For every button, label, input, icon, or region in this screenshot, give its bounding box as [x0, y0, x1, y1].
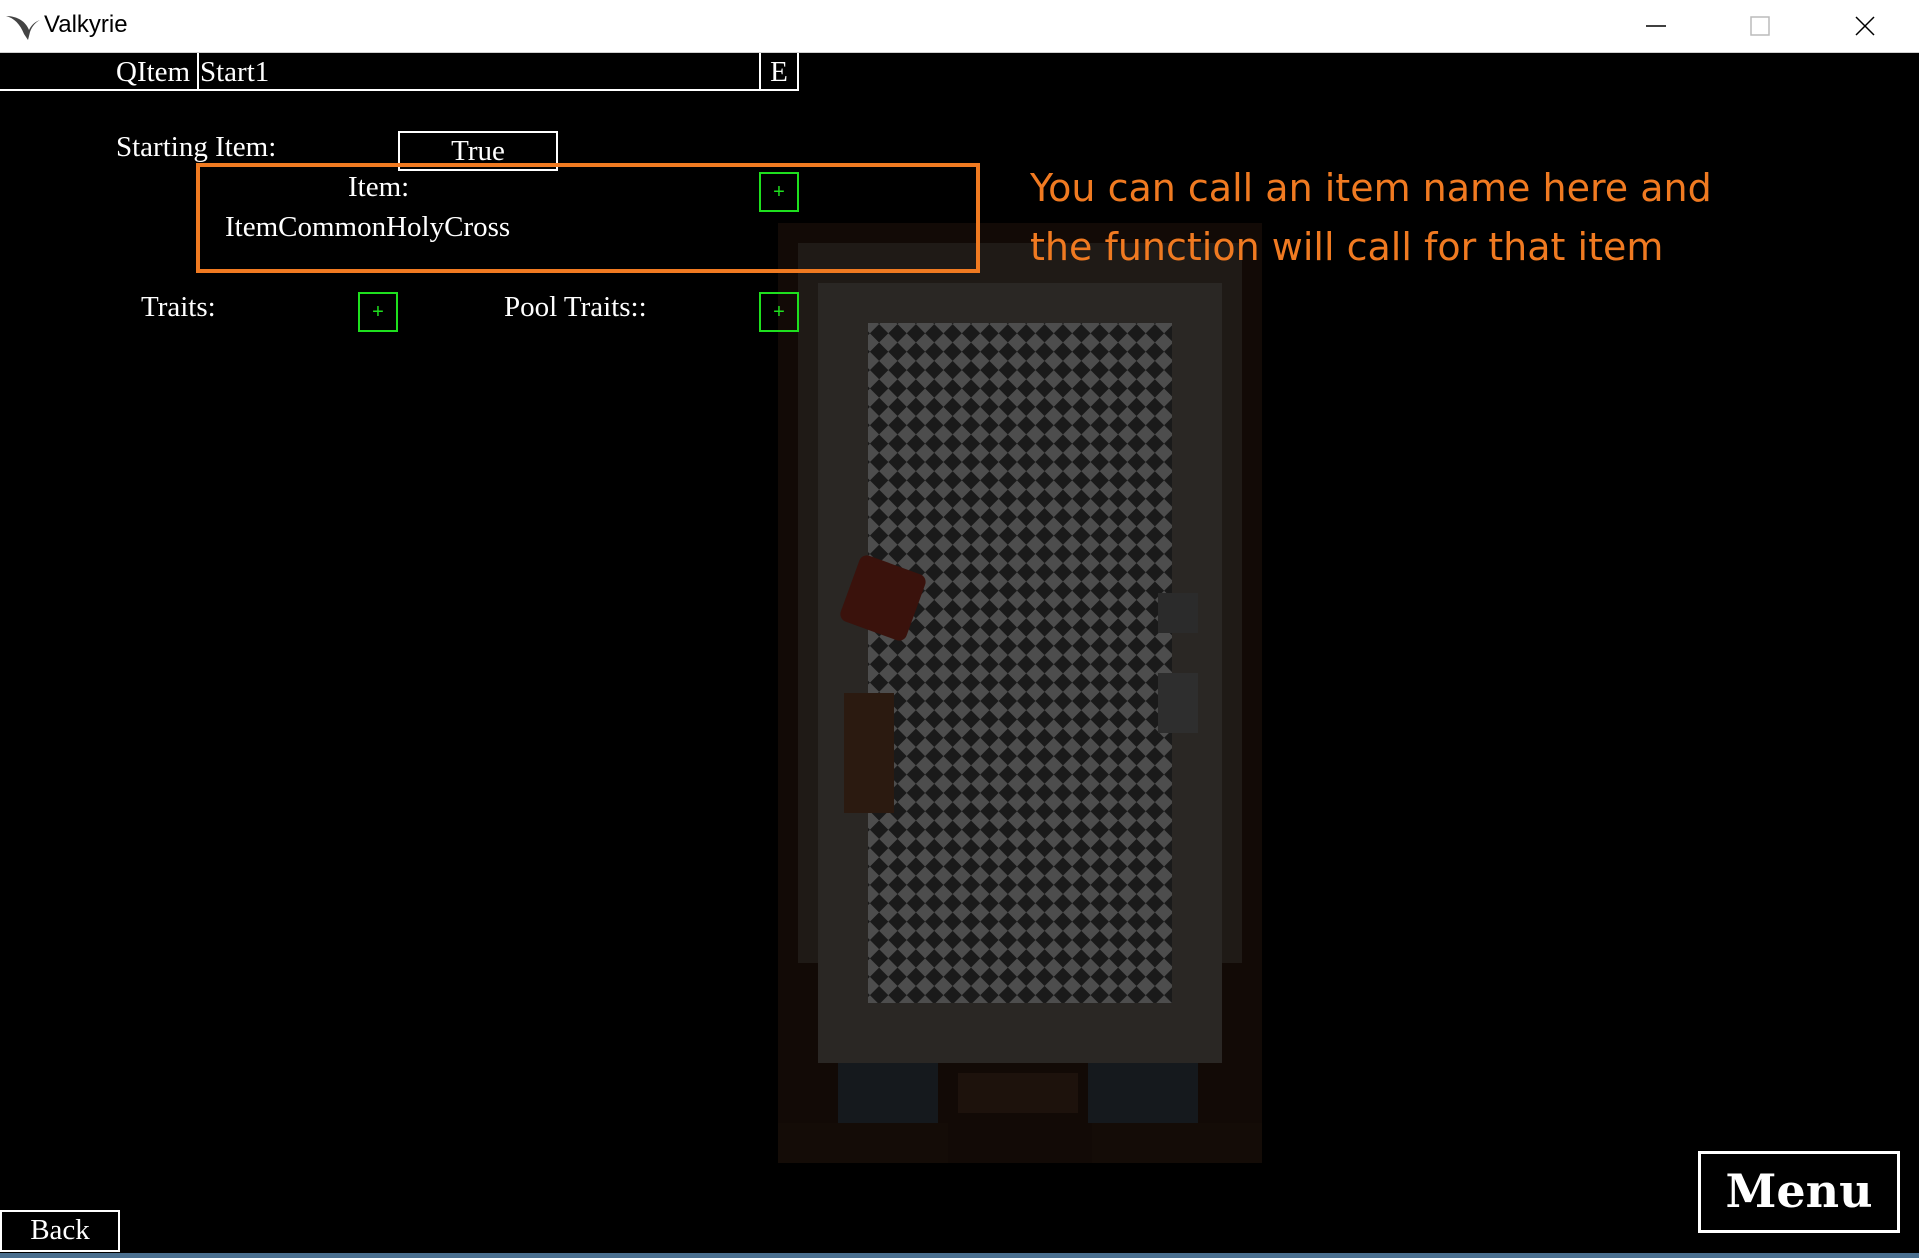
minimize-icon [1646, 25, 1666, 27]
minimize-button[interactable] [1604, 0, 1708, 52]
bottom-border [0, 1253, 1919, 1258]
pool-traits-label: Pool Traits:: [504, 291, 647, 323]
annotation-note: You can call an item name here and the f… [1030, 159, 1880, 277]
map-tile-background [778, 223, 1262, 1163]
maximize-button[interactable] [1708, 0, 1812, 52]
annotation-line-2: the function will call for that item [1030, 225, 1664, 269]
menu-button[interactable]: Menu [1698, 1151, 1900, 1233]
name-prefix: QItem [116, 56, 191, 88]
component-name-field[interactable]: Start1 [200, 56, 269, 89]
valkyrie-wing-icon [6, 16, 40, 40]
add-pool-trait-button[interactable]: + [759, 292, 799, 332]
add-trait-button[interactable]: + [358, 292, 398, 332]
traits-label: Traits: [141, 291, 216, 323]
back-button[interactable]: Back [0, 1210, 120, 1252]
edit-name-button[interactable]: E [759, 53, 797, 91]
component-name-bar: QItem Start1 E [0, 53, 799, 91]
starting-item-label: Starting Item: [116, 131, 277, 163]
name-divider [197, 53, 199, 91]
close-icon [1855, 16, 1875, 36]
annotation-highlight-box [196, 163, 980, 273]
editor-canvas: QItem Start1 E Starting Item: True Item:… [0, 53, 1919, 1258]
window-title: Valkyrie [44, 11, 128, 38]
close-button[interactable] [1813, 0, 1917, 52]
annotation-line-1: You can call an item name here and [1030, 166, 1712, 210]
window-title-bar: Valkyrie [0, 0, 1919, 53]
maximize-icon [1750, 16, 1770, 36]
